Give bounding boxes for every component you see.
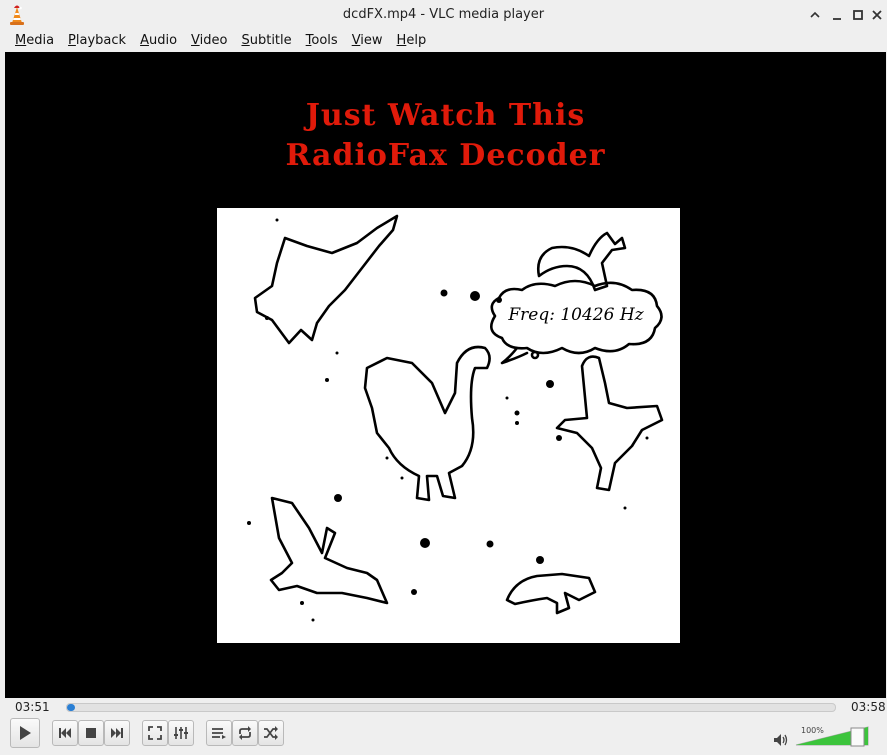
maximize-icon [853,10,863,20]
previous-icon [59,728,71,738]
menu-tools[interactable]: Tools [299,30,345,52]
seek-progress [67,704,75,711]
minimize-button[interactable] [828,6,846,24]
fullscreen-icon [148,726,162,740]
shuffle-button[interactable] [258,720,284,746]
video-output[interactable]: Just Watch This RadioFax Decoder Freq: 1… [5,52,886,698]
play-icon [20,726,31,740]
volume-slider[interactable] [795,725,869,747]
menu-view[interactable]: View [345,30,390,52]
stop-button[interactable] [78,720,104,746]
seek-row: 03:51 03:58 [0,698,887,716]
total-time[interactable]: 03:58 [851,700,886,714]
elapsed-time[interactable]: 03:51 [15,700,50,714]
playlist-icon [212,728,226,739]
menu-subtitle[interactable]: Subtitle [234,30,298,52]
title-bar: dcdFX.mp4 - VLC media player [0,0,887,30]
maximize-button[interactable] [849,6,867,24]
controls-bar: 100% [0,717,887,755]
extended-settings-button[interactable] [168,720,194,746]
close-icon [872,10,882,20]
menu-audio[interactable]: Audio [133,30,184,52]
shuffle-icon [264,726,278,740]
close-button[interactable] [868,6,886,24]
window-title: dcdFX.mp4 - VLC media player [342,7,545,22]
video-title-line2: RadioFax Decoder [285,138,606,173]
play-button[interactable] [10,718,40,748]
seek-slider[interactable] [66,703,836,712]
next-icon [111,728,123,738]
menu-help[interactable]: Help [390,30,434,52]
radiofax-image: Freq: 10426 Hz [217,208,680,643]
equalizer-icon [174,727,188,739]
previous-button[interactable] [52,720,78,746]
playlist-button[interactable] [206,720,232,746]
video-edge [883,52,886,662]
freq-label: Freq: 10426 Hz [507,305,644,325]
chevron-up-icon [810,11,820,18]
loop-icon [239,726,251,740]
minimize-caret-button[interactable] [806,6,824,24]
fullscreen-button[interactable] [142,720,168,746]
video-title-line1: Just Watch This [305,98,586,133]
loop-button[interactable] [232,720,258,746]
speaker-icon[interactable] [773,733,789,747]
minimize-icon [833,18,841,20]
next-button[interactable] [104,720,130,746]
menu-bar: Media Playback Audio Video Subtitle Tool… [0,30,887,52]
menu-media[interactable]: Media [8,30,61,52]
menu-playback[interactable]: Playback [61,30,133,52]
stop-icon [86,728,96,738]
menu-video[interactable]: Video [184,30,234,52]
